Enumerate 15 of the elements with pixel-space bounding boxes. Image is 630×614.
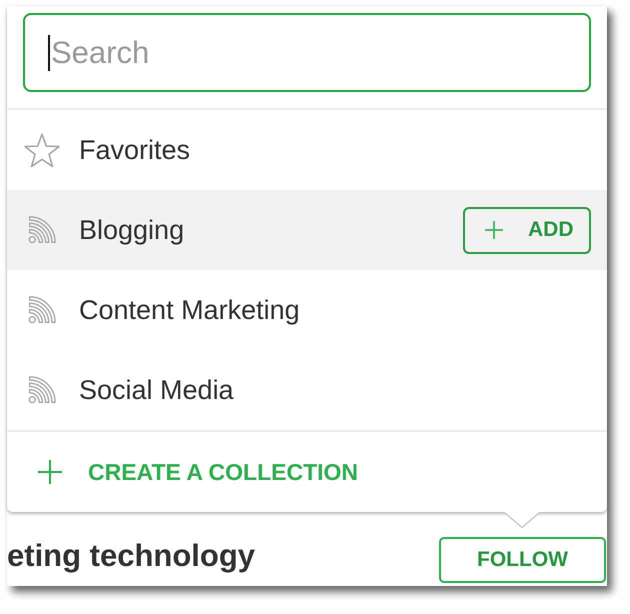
rss-feed-icon — [28, 216, 56, 244]
search-field[interactable]: Search — [23, 13, 591, 92]
follow-button[interactable]: FOLLOW — [439, 537, 606, 583]
collection-item[interactable]: Favorites — [7, 110, 607, 190]
collection-item[interactable]: Content Marketing — [7, 270, 607, 350]
rss-feed-icon — [28, 296, 56, 324]
collection-item[interactable]: Blogging ADD — [7, 190, 607, 270]
popover-tail — [504, 512, 540, 528]
star-icon — [24, 132, 60, 168]
plus-icon — [485, 221, 503, 239]
page-title: eting technology — [7, 538, 255, 574]
text-cursor — [48, 35, 50, 71]
collection-item[interactable]: Social Media — [7, 350, 607, 430]
rss-feed-icon — [28, 376, 56, 404]
plus-icon — [38, 460, 62, 484]
